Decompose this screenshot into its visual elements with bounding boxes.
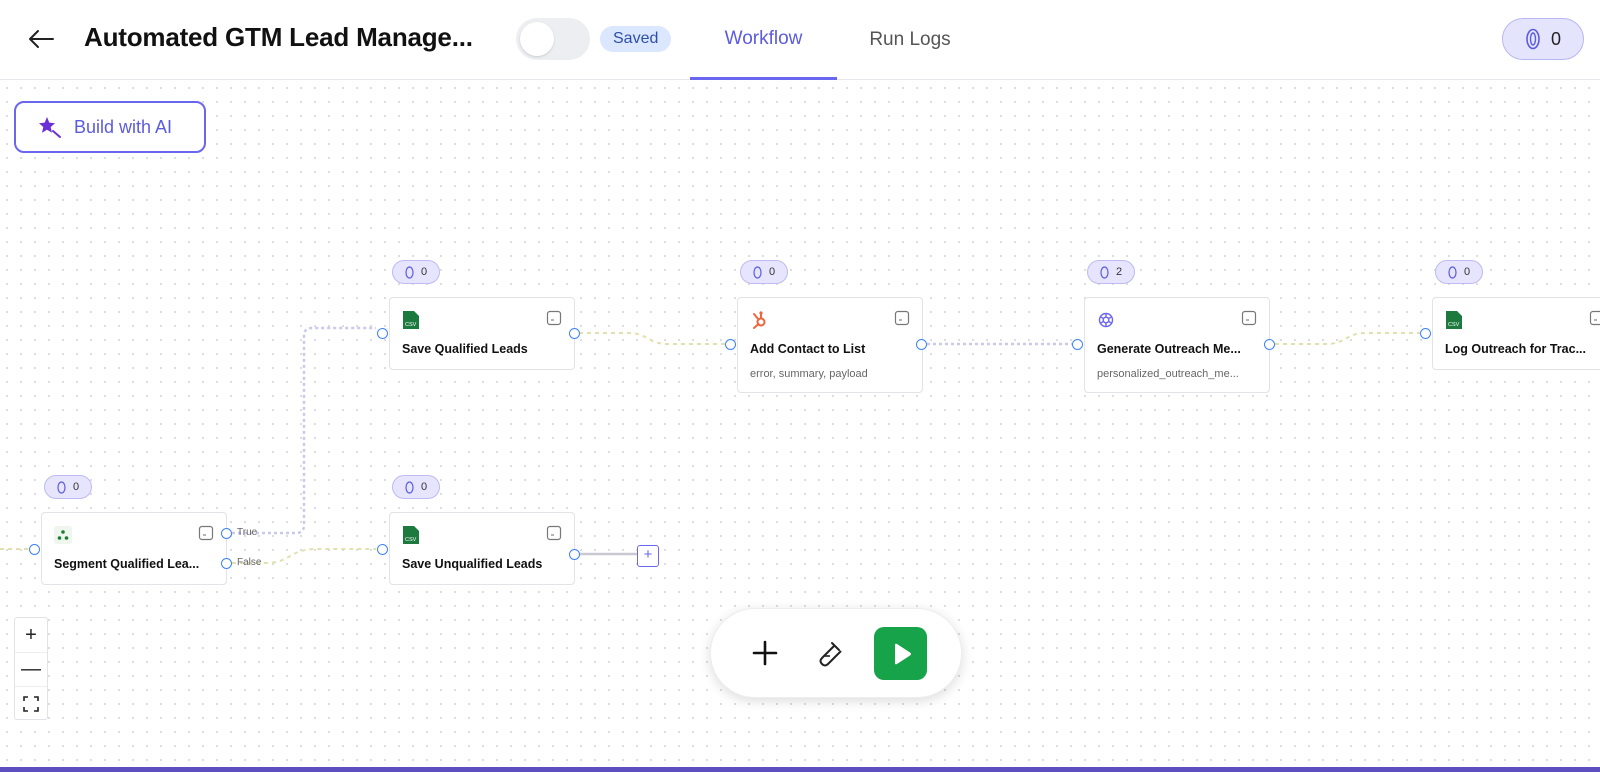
output-port[interactable] bbox=[1264, 339, 1275, 350]
csv-icon: CSV bbox=[403, 311, 419, 329]
toggle-knob bbox=[520, 22, 554, 56]
node-credits-badge: 0 bbox=[392, 260, 440, 284]
add-step-button[interactable] bbox=[745, 633, 785, 673]
node-title: Generate Outreach Me... bbox=[1097, 342, 1241, 356]
test-tube-icon bbox=[819, 642, 842, 667]
node-credits: 0 bbox=[420, 266, 428, 278]
credits-icon bbox=[753, 265, 762, 279]
workflow-canvas[interactable]: Build with AI 0 Segment Qualified Lea...… bbox=[0, 81, 1600, 767]
credits-icon bbox=[405, 265, 414, 279]
fit-view-icon bbox=[23, 695, 39, 712]
svg-text:CSV: CSV bbox=[1448, 322, 1460, 328]
svg-text:CSV: CSV bbox=[405, 322, 417, 328]
input-port[interactable] bbox=[1420, 328, 1431, 339]
workflow-title: Automated GTM Lead Manage... bbox=[84, 22, 473, 52]
arrow-left-icon bbox=[29, 30, 54, 48]
node-credits: 0 bbox=[768, 266, 776, 278]
tab-workflow[interactable]: Workflow bbox=[690, 0, 837, 80]
document-icon[interactable] bbox=[546, 310, 562, 326]
output-port[interactable] bbox=[569, 328, 580, 339]
node-log-outreach-for-tracking[interactable]: CSV Log Outreach for Trac... bbox=[1432, 297, 1600, 370]
node-credits: 2 bbox=[1115, 266, 1123, 278]
node-title: Save Qualified Leads bbox=[402, 342, 528, 356]
output-port-false[interactable] bbox=[221, 558, 232, 569]
back-button[interactable] bbox=[24, 22, 58, 56]
zoom-controls: + — bbox=[14, 617, 48, 720]
action-bar bbox=[710, 608, 962, 698]
document-icon[interactable] bbox=[894, 310, 910, 326]
node-generate-outreach-message[interactable]: Generate Outreach Me... personalized_out… bbox=[1084, 297, 1270, 393]
node-title: Segment Qualified Lea... bbox=[54, 557, 200, 571]
node-credits-badge: 0 bbox=[1435, 260, 1483, 284]
run-button[interactable] bbox=[874, 627, 927, 680]
input-port[interactable] bbox=[377, 544, 388, 555]
openai-icon bbox=[1098, 312, 1114, 328]
edge-true bbox=[232, 326, 376, 535]
output-port[interactable] bbox=[916, 339, 927, 350]
zoom-out-button[interactable]: — bbox=[15, 652, 47, 686]
credits-icon bbox=[1100, 265, 1109, 279]
tab-run-logs[interactable]: Run Logs bbox=[852, 0, 968, 80]
document-icon[interactable] bbox=[1589, 310, 1600, 326]
node-save-qualified-leads[interactable]: CSV Save Qualified Leads bbox=[389, 297, 575, 370]
build-with-ai-button[interactable]: Build with AI bbox=[14, 101, 206, 153]
status-badge: Saved bbox=[600, 26, 672, 52]
node-title: Add Contact to List bbox=[750, 342, 866, 356]
plus-icon bbox=[752, 640, 778, 666]
edge-generate-to-log bbox=[1275, 332, 1420, 345]
output-port[interactable] bbox=[569, 549, 580, 560]
node-segment-qualified-leads[interactable]: Segment Qualified Lea... bbox=[41, 512, 227, 585]
node-credits: 0 bbox=[1463, 266, 1471, 278]
node-credits-badge: 2 bbox=[1087, 260, 1135, 284]
branch-icon bbox=[54, 526, 72, 544]
input-port[interactable] bbox=[29, 544, 40, 555]
node-credits-badge: 0 bbox=[392, 475, 440, 499]
node-subtitle: error, summary, payload bbox=[750, 368, 868, 380]
input-port[interactable] bbox=[377, 328, 388, 339]
add-node-button[interactable]: + bbox=[637, 545, 659, 567]
node-credits: 0 bbox=[420, 481, 428, 493]
node-add-contact-to-list[interactable]: Add Contact to List error, summary, payl… bbox=[737, 297, 923, 393]
credits-icon bbox=[1448, 265, 1457, 279]
output-port-true[interactable] bbox=[221, 528, 232, 539]
credits-icon bbox=[1526, 28, 1540, 50]
csv-icon: CSV bbox=[403, 526, 419, 544]
magic-star-icon bbox=[39, 117, 61, 138]
input-port[interactable] bbox=[1072, 339, 1083, 350]
credits-icon bbox=[57, 480, 66, 494]
edge-label-false: False bbox=[237, 557, 262, 568]
hubspot-icon bbox=[753, 311, 766, 329]
node-title: Save Unqualified Leads bbox=[402, 557, 543, 571]
node-save-unqualified-leads[interactable]: CSV Save Unqualified Leads bbox=[389, 512, 575, 585]
document-icon[interactable] bbox=[198, 525, 214, 541]
edge-label-true: True bbox=[237, 527, 258, 538]
node-credits-badge: 0 bbox=[740, 260, 788, 284]
zoom-in-button[interactable]: + bbox=[15, 618, 47, 652]
document-icon[interactable] bbox=[546, 525, 562, 541]
node-subtitle: personalized_outreach_me... bbox=[1097, 368, 1239, 380]
node-credits: 0 bbox=[72, 481, 80, 493]
credits-count: 0 bbox=[1550, 28, 1561, 49]
node-credits-badge: 0 bbox=[44, 475, 92, 499]
credits-icon bbox=[405, 480, 414, 494]
svg-text:CSV: CSV bbox=[405, 537, 417, 543]
play-icon bbox=[894, 643, 911, 664]
edge-qualified-to-contact bbox=[579, 332, 725, 345]
csv-icon: CSV bbox=[1446, 311, 1462, 329]
build-with-ai-label: Build with AI bbox=[74, 116, 173, 137]
input-port[interactable] bbox=[725, 339, 736, 350]
node-title: Log Outreach for Trac... bbox=[1445, 342, 1586, 356]
test-button[interactable] bbox=[809, 633, 849, 673]
credits-button[interactable]: 0 bbox=[1502, 18, 1584, 60]
workflow-active-toggle[interactable] bbox=[516, 18, 590, 60]
top-bar: Automated GTM Lead Manage... Saved Workf… bbox=[0, 0, 1600, 80]
document-icon[interactable] bbox=[1241, 310, 1257, 326]
fit-view-button[interactable] bbox=[15, 686, 47, 720]
bottom-strip bbox=[0, 767, 1600, 772]
